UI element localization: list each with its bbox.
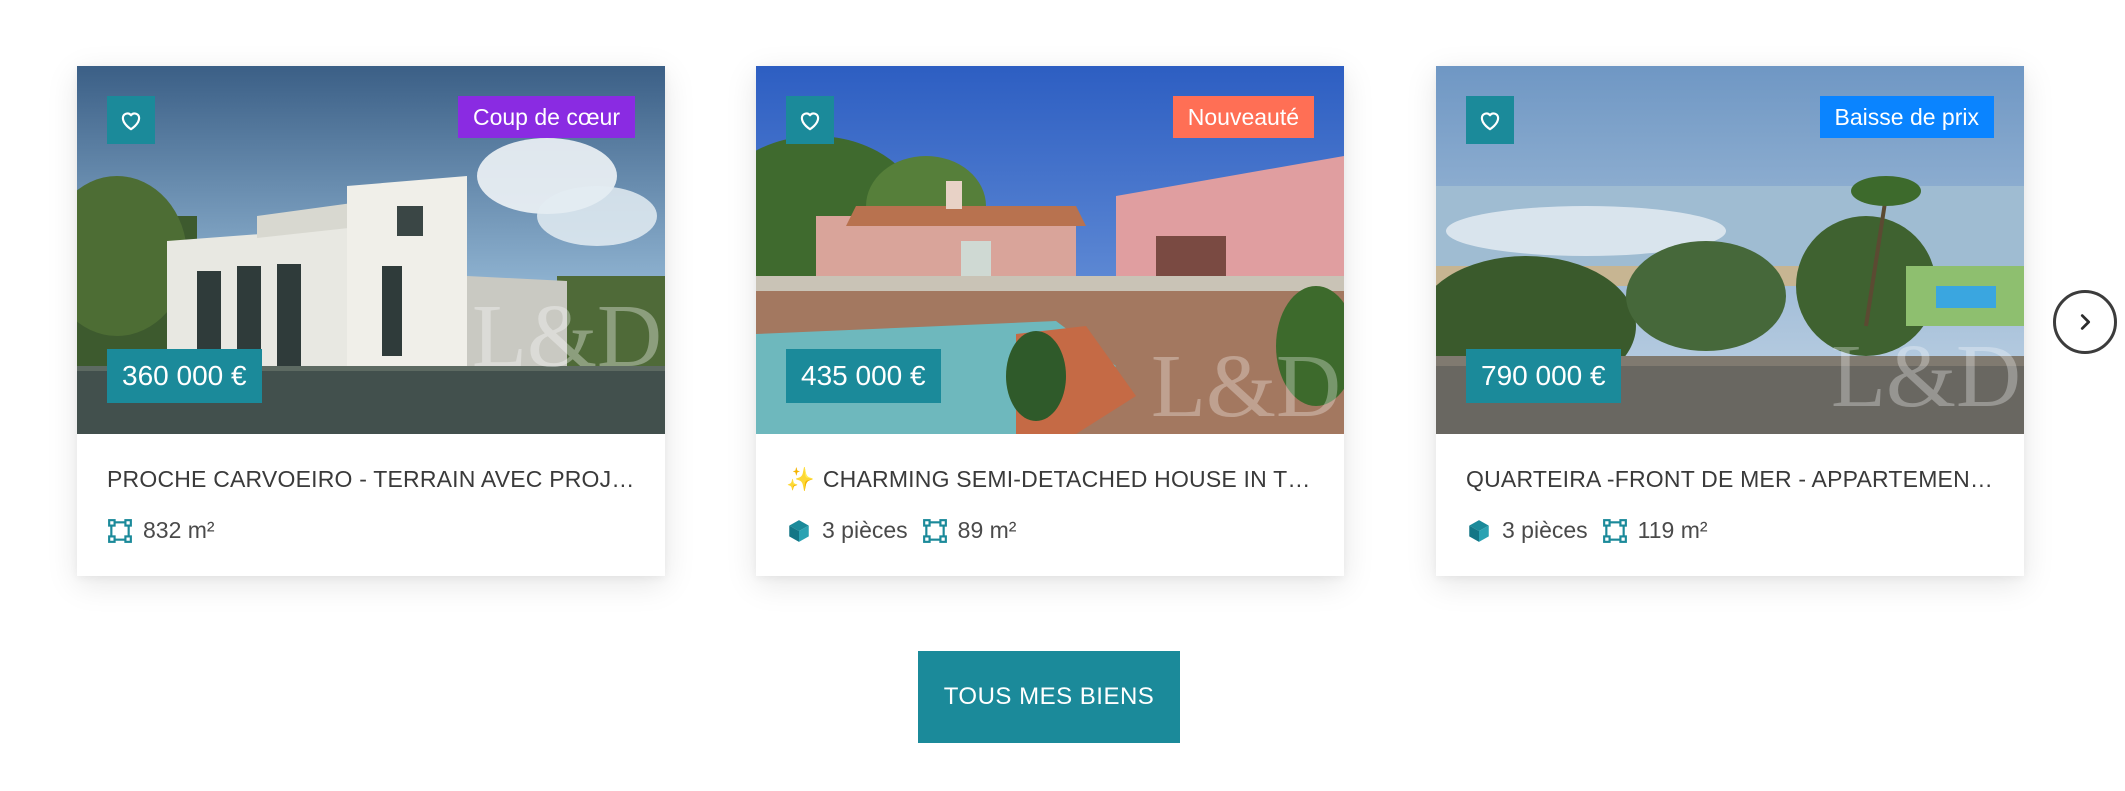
feature-rooms: 3 pièces <box>786 517 908 544</box>
feature-area-value: 832 m² <box>143 517 215 543</box>
listing-title[interactable]: ✨ CHARMING SEMI-DETACHED HOUSE IN THE… <box>786 466 1314 493</box>
cube-icon <box>1469 519 1489 542</box>
price-tag: 360 000 € <box>107 349 262 403</box>
listing-features: 3 pièces 89 m² <box>786 517 1314 544</box>
heart-icon <box>1480 112 1500 131</box>
price-tag: 435 000 € <box>786 349 941 403</box>
listing-photo[interactable]: L&D Coup de cœur 360 000 € <box>77 66 665 434</box>
listing-card[interactable]: L&D Coup de cœur 360 000 € PROCHE CARVOE… <box>77 66 665 576</box>
favorite-button[interactable] <box>107 96 155 144</box>
sparkle-icon: ✨ <box>786 466 815 492</box>
feature-area-value: 119 m² <box>1637 517 1708 543</box>
status-badge: Baisse de prix <box>1819 96 1994 138</box>
feature-rooms-value: 3 pièces <box>822 517 908 543</box>
svg-text:L&D: L&D <box>1151 337 1341 434</box>
price-tag: 790 000 € <box>1466 349 1621 403</box>
carousel-next-button[interactable] <box>2053 290 2117 354</box>
feature-area: 832 m² <box>107 517 215 544</box>
svg-text:L&D: L&D <box>472 287 662 386</box>
status-badge: Coup de cœur <box>457 96 635 138</box>
listing-title-text[interactable]: PROCHE CARVOEIRO - TERRAIN AVEC PROJET… <box>107 466 635 492</box>
listing-photo[interactable]: L&D Nouveauté 435 000 € <box>756 66 1344 434</box>
listings-section: L&D Coup de cœur 360 000 € PROCHE CARVOE… <box>0 0 2125 791</box>
listing-features: 3 pièces 119 m² <box>1466 517 1994 544</box>
heart-icon <box>800 112 820 131</box>
listing-photo[interactable]: L&D Baisse de prix 790 000 € <box>1436 66 2024 434</box>
favorite-button[interactable] <box>786 96 834 144</box>
status-badge: Nouveauté <box>1172 96 1314 138</box>
listing-features: 832 m² <box>107 517 635 544</box>
cube-icon <box>789 519 809 542</box>
area-icon <box>108 518 132 543</box>
chevron-right-icon <box>2080 314 2091 330</box>
listing-title-text[interactable]: CHARMING SEMI-DETACHED HOUSE IN THE… <box>823 466 1314 492</box>
heart-icon <box>121 112 141 131</box>
listing-card[interactable]: L&D Baisse de prix 790 000 € QUARTEIRA -… <box>1436 66 2024 576</box>
feature-area: 119 m² <box>1602 517 1708 544</box>
area-icon <box>1602 518 1627 543</box>
feature-rooms-value: 3 pièces <box>1502 517 1588 543</box>
svg-text:L&D: L&D <box>1831 327 2021 426</box>
feature-rooms: 3 pièces <box>1466 517 1588 544</box>
listing-title[interactable]: PROCHE CARVOEIRO - TERRAIN AVEC PROJET… <box>107 466 635 493</box>
feature-area-value: 89 m² <box>957 517 1017 543</box>
feature-area: 89 m² <box>922 517 1017 544</box>
listing-title-text[interactable]: QUARTEIRA -FRONT DE MER - APPARTEMENT T2… <box>1466 466 1994 492</box>
listing-card[interactable]: L&D Nouveauté 435 000 € ✨ CHARMING SEMI-D… <box>756 66 1344 576</box>
all-listings-button[interactable]: TOUS MES BIENS <box>918 651 1180 743</box>
favorite-button[interactable] <box>1466 96 1514 144</box>
area-icon <box>922 518 947 543</box>
listing-title[interactable]: QUARTEIRA -FRONT DE MER - APPARTEMENT T2… <box>1466 466 1994 493</box>
